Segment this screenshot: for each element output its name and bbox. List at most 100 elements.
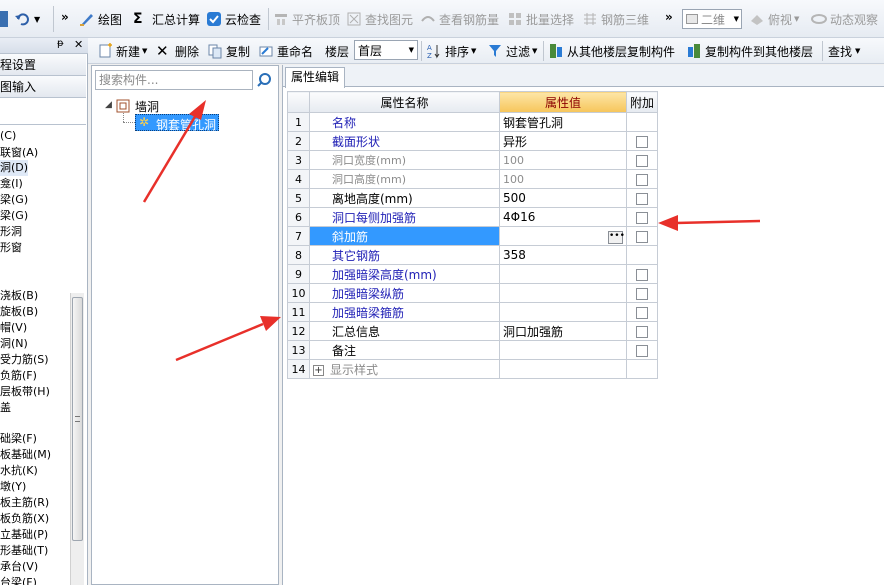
copy-button[interactable]: 复制 bbox=[207, 40, 250, 62]
list-item[interactable]: 础梁(F) bbox=[0, 431, 37, 447]
property-value[interactable]: 异形 bbox=[499, 131, 627, 151]
cloud-check-button[interactable]: 云检查 bbox=[206, 8, 261, 30]
table-row[interactable]: 6 洞口每侧加强筋 4Φ16 bbox=[287, 207, 659, 227]
list-item[interactable]: 台梁(F) bbox=[0, 575, 37, 585]
property-value[interactable]: 358 bbox=[499, 245, 627, 265]
toolbar-overflow-button-2[interactable]: » bbox=[665, 6, 673, 28]
list-item[interactable]: 板基础(M) bbox=[0, 447, 51, 463]
list-item[interactable]: 梁(G) bbox=[0, 192, 28, 208]
expand-plus-icon[interactable]: + bbox=[313, 364, 324, 376]
list-item-selected[interactable]: 洞(D) bbox=[0, 160, 29, 176]
floor-select[interactable]: 首层 ▼ bbox=[354, 40, 418, 60]
nav-button-drawing-input[interactable]: 图输入 bbox=[0, 76, 86, 98]
scrollbar-thumb[interactable] bbox=[72, 297, 83, 541]
extra-checkbox[interactable] bbox=[636, 211, 648, 224]
list-item[interactable]: 板负筋(X) bbox=[0, 511, 49, 527]
rebar-3d-button[interactable]: 钢筋三维 bbox=[582, 8, 649, 30]
tree-node-wall-hole[interactable]: 墙洞 bbox=[135, 98, 159, 115]
batch-select-button[interactable]: 批量选择 bbox=[507, 8, 574, 30]
table-row[interactable]: 14 + 显示样式 bbox=[287, 359, 659, 379]
find-element-button[interactable]: 查找图元 bbox=[346, 8, 413, 30]
list-item[interactable]: 联窗(A) bbox=[0, 145, 38, 161]
extra-checkbox[interactable] bbox=[636, 192, 648, 205]
pin-icon[interactable]: ᵽ bbox=[57, 38, 64, 49]
list-item[interactable]: 形基础(T) bbox=[0, 543, 48, 559]
copy-to-floor-button[interactable]: 复制构件到其他楼层 bbox=[686, 40, 813, 62]
toolbar-overflow-button[interactable]: » bbox=[61, 6, 69, 28]
new-button[interactable]: 新建 ▼ bbox=[97, 40, 147, 62]
undo-button[interactable]: ▼ bbox=[14, 8, 40, 30]
extra-checkbox[interactable] bbox=[636, 287, 648, 300]
property-value[interactable]: 钢套管孔洞 bbox=[499, 112, 627, 132]
extra-checkbox[interactable] bbox=[636, 344, 648, 357]
property-value[interactable]: 洞口加强筋 bbox=[499, 321, 627, 341]
property-value[interactable] bbox=[499, 264, 627, 284]
top-view-button[interactable]: 俯视 ▼ bbox=[749, 8, 799, 30]
table-row[interactable]: 11 加强暗梁箍筋 bbox=[287, 302, 659, 322]
search-button[interactable] bbox=[255, 70, 276, 90]
list-item[interactable]: 立基础(P) bbox=[0, 527, 48, 543]
search-input[interactable]: 搜索构件... bbox=[95, 70, 253, 90]
extra-checkbox[interactable] bbox=[636, 230, 648, 243]
tree-node-steel-sleeve-hole[interactable]: ✲ 钢套管孔洞 bbox=[135, 114, 219, 132]
list-item[interactable]: 受力筋(S) bbox=[0, 352, 49, 368]
sort-button[interactable]: AZ 排序 ▼ bbox=[426, 40, 476, 62]
table-row[interactable]: 4 洞口高度(mm) 100 bbox=[287, 169, 659, 189]
table-row[interactable]: 1 名称 钢套管孔洞 bbox=[287, 112, 659, 132]
list-item[interactable]: 浇板(B) bbox=[0, 288, 38, 304]
align-top-button[interactable]: 平齐板顶 bbox=[273, 8, 340, 30]
table-row[interactable]: 3 洞口宽度(mm) 100 bbox=[287, 150, 659, 170]
ellipsis-button[interactable]: ••• bbox=[608, 230, 625, 244]
table-row[interactable]: 13 备注 bbox=[287, 340, 659, 360]
dynamic-view-button[interactable]: 动态观察 bbox=[811, 8, 878, 30]
find-button[interactable]: 查找 ▼ bbox=[828, 40, 860, 62]
extra-checkbox[interactable] bbox=[636, 325, 648, 338]
list-item[interactable]: 承台(V) bbox=[0, 559, 38, 575]
table-row[interactable]: 2 截面形状 异形 bbox=[287, 131, 659, 151]
nav-button-project-settings[interactable]: 程设置 bbox=[0, 54, 86, 76]
undo-dropdown-icon[interactable]: ▼ bbox=[34, 15, 40, 24]
view-mode-select[interactable]: 二维 ▼ bbox=[682, 9, 742, 29]
tree-expand-icon[interactable]: ◢ bbox=[105, 100, 112, 110]
delete-button[interactable]: ✕ 删除 bbox=[156, 40, 199, 62]
table-row[interactable]: 8 其它钢筋 358 bbox=[287, 245, 659, 265]
list-item[interactable]: 水抗(K) bbox=[0, 463, 38, 479]
table-row-selected[interactable]: 7 斜加筋 ••• bbox=[287, 226, 659, 246]
property-value[interactable]: 100 bbox=[499, 150, 627, 170]
property-value[interactable] bbox=[499, 283, 627, 303]
list-item[interactable]: 形窗 bbox=[0, 240, 22, 256]
summary-calc-button[interactable]: Σ 汇总计算 bbox=[133, 8, 200, 30]
list-item[interactable]: 龛(I) bbox=[0, 176, 23, 192]
view-rebar-button[interactable]: 查看钢筋量 bbox=[420, 8, 499, 30]
list-item[interactable]: 墩(Y) bbox=[0, 479, 26, 495]
list-item[interactable]: 盖 bbox=[0, 400, 11, 416]
list-item[interactable]: 梁(G) bbox=[0, 208, 28, 224]
draw-button[interactable]: 绘图 bbox=[79, 8, 122, 30]
property-value[interactable] bbox=[499, 340, 627, 360]
list-item[interactable]: 旋板(B) bbox=[0, 304, 38, 320]
rename-button[interactable]: 重命名 bbox=[258, 40, 313, 62]
navigation-scrollbar[interactable] bbox=[70, 293, 84, 585]
copy-from-floor-button[interactable]: 从其他楼层复制构件 bbox=[548, 40, 675, 62]
table-row[interactable]: 9 加强暗梁高度(mm) bbox=[287, 264, 659, 284]
list-item[interactable]: 形洞 bbox=[0, 224, 22, 240]
list-item[interactable]: 帽(V) bbox=[0, 320, 27, 336]
close-icon[interactable]: ✕ bbox=[74, 38, 83, 51]
table-row[interactable]: 10 加强暗梁纵筋 bbox=[287, 283, 659, 303]
extra-checkbox[interactable] bbox=[636, 173, 648, 186]
property-value[interactable] bbox=[499, 359, 627, 379]
extra-checkbox[interactable] bbox=[636, 154, 648, 167]
list-item[interactable]: 负筋(F) bbox=[0, 368, 37, 384]
property-value-editor[interactable]: ••• bbox=[499, 226, 627, 246]
list-item[interactable]: 板主筋(R) bbox=[0, 495, 49, 511]
tab-property-edit[interactable]: 属性编辑 bbox=[285, 67, 345, 88]
property-value[interactable]: 500 bbox=[499, 188, 627, 208]
property-value[interactable] bbox=[499, 302, 627, 322]
save-button[interactable] bbox=[0, 8, 8, 30]
extra-checkbox[interactable] bbox=[636, 268, 648, 281]
table-row[interactable]: 5 离地高度(mm) 500 bbox=[287, 188, 659, 208]
list-item[interactable]: (C) bbox=[0, 128, 16, 144]
filter-button[interactable]: 过滤 ▼ bbox=[487, 40, 537, 62]
list-item[interactable]: 洞(N) bbox=[0, 336, 28, 352]
extra-checkbox[interactable] bbox=[636, 135, 648, 148]
